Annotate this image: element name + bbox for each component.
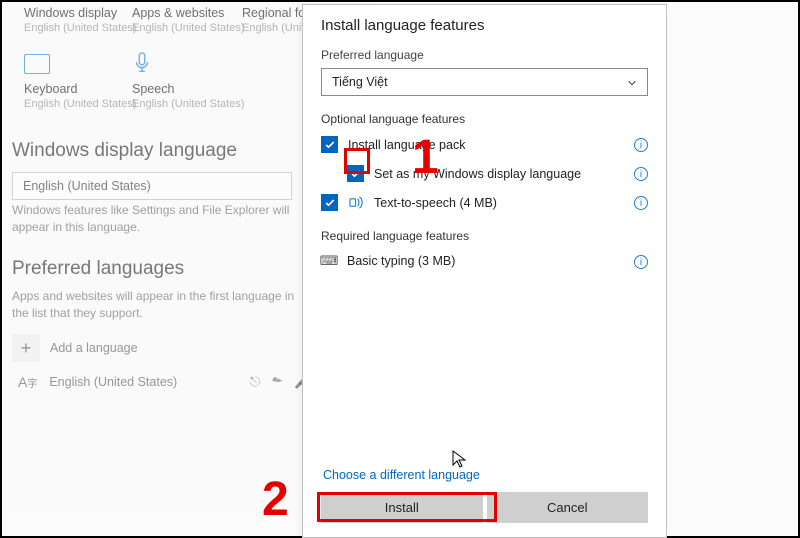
- cancel-button[interactable]: Cancel: [487, 492, 649, 523]
- preferred-language-label: Preferred language: [321, 48, 648, 62]
- feature-install-language-pack: Install language pack i: [321, 136, 648, 153]
- language-pack-icon: ⎋: [250, 374, 264, 389]
- info-icon[interactable]: i: [634, 255, 648, 269]
- tile-keyboard-sub: English (United States): [24, 98, 137, 110]
- feature-set-display-language: Set as my Windows display language i: [347, 165, 648, 182]
- tile-windows-display-title: Windows display: [24, 6, 137, 20]
- optional-features-label: Optional language features: [321, 112, 648, 126]
- set-display-language-label: Set as my Windows display language: [374, 167, 581, 181]
- preferred-language-select[interactable]: Tiếng Việt: [321, 68, 648, 96]
- chevron-down-icon: [627, 77, 637, 87]
- add-language-button[interactable]: + Add a language: [12, 334, 138, 362]
- install-language-features-dialog: Install language features Preferred lang…: [302, 4, 667, 538]
- install-language-pack-checkbox[interactable]: [321, 136, 338, 153]
- info-icon[interactable]: i: [634, 196, 648, 210]
- basic-typing-label: Basic typing (3 MB): [347, 254, 455, 268]
- set-display-language-checkbox[interactable]: [347, 165, 364, 182]
- section-preferred-languages: Preferred languages: [12, 258, 184, 280]
- language-item-english[interactable]: English (United States): [49, 375, 177, 389]
- add-language-label: Add a language: [50, 341, 138, 355]
- required-features-label: Required language features: [321, 229, 648, 243]
- tile-apps-title: Apps & websites: [132, 6, 245, 20]
- plus-icon: +: [12, 334, 40, 362]
- info-icon[interactable]: i: [634, 167, 648, 181]
- microphone-icon: [132, 52, 152, 74]
- language-az-icon: A字: [18, 374, 37, 390]
- text-to-speech-icon: [348, 195, 364, 211]
- tile-windows-display-sub: English (United States): [24, 22, 137, 34]
- basic-typing-icon: ⌨: [321, 253, 337, 269]
- text-to-speech-label: Text-to-speech (4 MB): [374, 196, 497, 210]
- tile-apps-sub: English (United States): [132, 22, 245, 34]
- info-icon[interactable]: i: [634, 138, 648, 152]
- feature-text-to-speech: Text-to-speech (4 MB) i: [321, 194, 648, 211]
- preferred-languages-hint: Apps and websites will appear in the fir…: [12, 288, 302, 322]
- keyboard-icon: [24, 54, 50, 74]
- section-windows-display-language: Windows display language: [12, 140, 237, 162]
- tile-speech-title: Speech: [132, 82, 245, 96]
- install-button[interactable]: Install: [321, 492, 483, 523]
- choose-different-language-link[interactable]: Choose a different language: [323, 468, 648, 482]
- feature-basic-typing: ⌨ Basic typing (3 MB) i: [321, 253, 648, 269]
- tile-keyboard-title: Keyboard: [24, 82, 137, 96]
- preferred-language-value: Tiếng Việt: [332, 75, 388, 89]
- tts-small-icon: ☁: [272, 374, 286, 389]
- tile-speech-sub: English (United States): [132, 98, 245, 110]
- dialog-title: Install language features: [321, 17, 648, 34]
- windows-display-language-hint: Windows features like Settings and File …: [12, 202, 302, 236]
- text-to-speech-checkbox[interactable]: [321, 194, 338, 211]
- windows-display-language-select[interactable]: English (United States): [12, 172, 292, 200]
- install-language-pack-label: Install language pack: [348, 138, 465, 152]
